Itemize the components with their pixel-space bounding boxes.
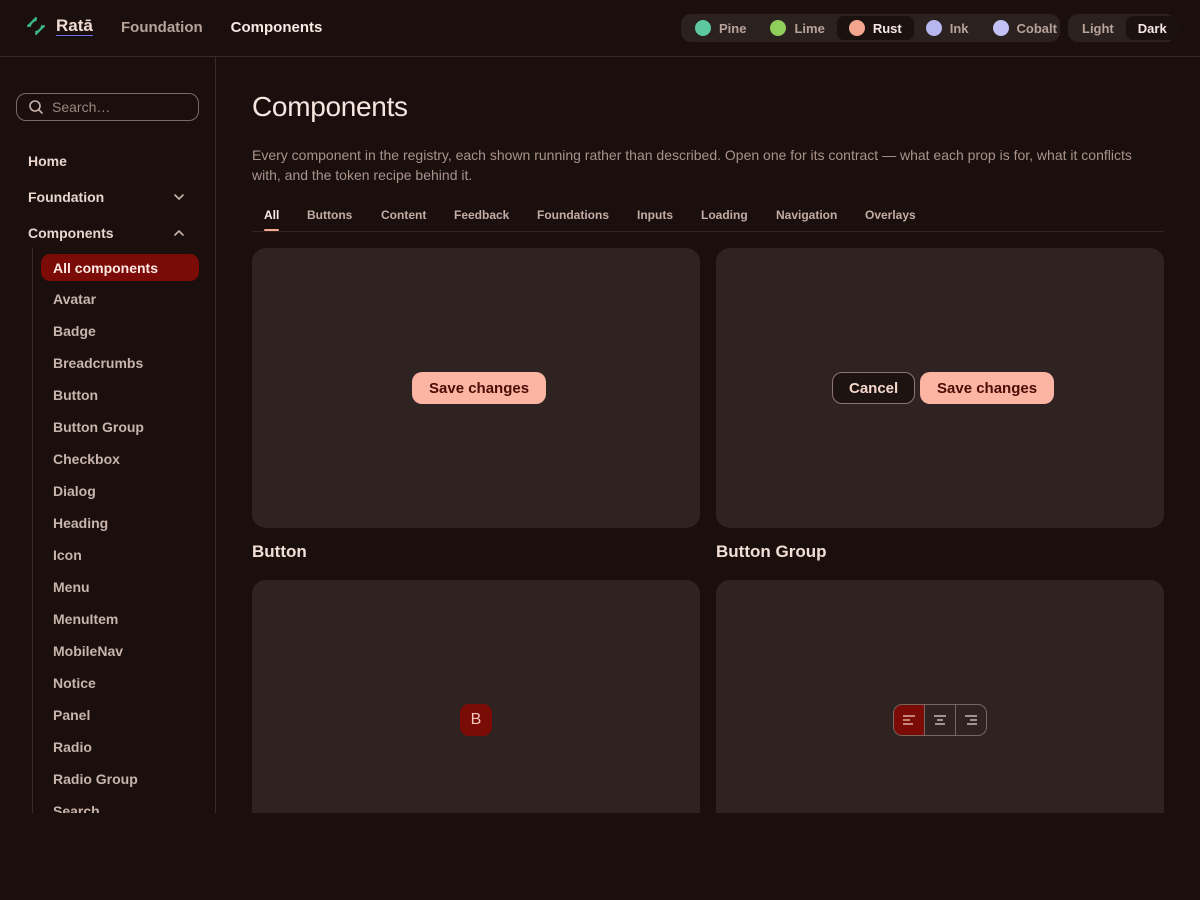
chevron-down-icon[interactable] <box>172 190 186 204</box>
tab-all[interactable]: All <box>264 208 279 222</box>
theme-lime[interactable]: Lime <box>758 16 836 40</box>
cobalt-swatch-icon <box>992 20 1009 36</box>
sidebar-item-radio[interactable]: Radio <box>53 739 92 755</box>
category-tabs: All Buttons Content Feedback Foundations… <box>252 200 1164 232</box>
sidebar-item-components[interactable]: Components <box>28 225 114 241</box>
search-icon <box>29 100 43 114</box>
tab-navigation[interactable]: Navigation <box>776 208 837 222</box>
sidebar-item-home[interactable]: Home <box>28 153 67 169</box>
mode-dark[interactable]: Dark <box>1125 16 1179 40</box>
align-left-icon <box>903 715 915 725</box>
brand-logo-icon <box>27 17 45 35</box>
sidebar-item-radio-group[interactable]: Radio Group <box>53 771 138 787</box>
search-input[interactable]: Search… <box>16 93 199 121</box>
save-changes-button[interactable]: Save changes <box>412 372 547 404</box>
sidebar-item-mobilenav[interactable]: MobileNav <box>53 643 123 659</box>
sidebar-item-dialog[interactable]: Dialog <box>53 483 96 499</box>
theme-pine[interactable]: Pine <box>683 16 758 40</box>
chevron-up-icon[interactable] <box>172 226 186 240</box>
align-right-button[interactable] <box>956 705 986 735</box>
tab-inputs[interactable]: Inputs <box>637 208 673 222</box>
theme-ink[interactable]: Ink <box>914 16 981 40</box>
viewport-bottom <box>0 813 1200 900</box>
sidebar-item-checkbox[interactable]: Checkbox <box>53 451 120 467</box>
sidebar-item-avatar[interactable]: Avatar <box>53 291 96 307</box>
search-placeholder: Search… <box>52 99 111 115</box>
theme-switcher: Pine Lime Rust Ink Cobalt <box>681 14 1060 42</box>
tab-foundations[interactable]: Foundations <box>537 208 609 222</box>
avatar: B <box>460 704 492 736</box>
sidebar-item-button-group[interactable]: Button Group <box>53 419 144 435</box>
sidebar-item-search[interactable]: Search <box>53 803 100 813</box>
mode-light[interactable]: Light <box>1070 16 1126 40</box>
tab-content[interactable]: Content <box>381 208 426 222</box>
card-title-button-group[interactable]: Button Group <box>716 542 826 562</box>
page-title: Components <box>252 91 408 122</box>
sidebar-item-menuitem[interactable]: MenuItem <box>53 611 118 627</box>
sidebar-item-icon[interactable]: Icon <box>53 547 82 563</box>
card-title-button[interactable]: Button <box>252 542 307 562</box>
subtree-line <box>32 248 33 813</box>
sidebar-item-heading[interactable]: Heading <box>53 515 108 531</box>
pine-swatch-icon <box>695 20 711 36</box>
lime-swatch-icon <box>770 20 787 36</box>
theme-label: Rust <box>872 20 902 36</box>
alignment-segmented-control <box>893 704 987 736</box>
theme-rust[interactable]: Rust <box>836 16 914 40</box>
theme-label: Pine <box>719 20 747 36</box>
active-tab-indicator <box>264 229 279 231</box>
nav-foundation[interactable]: Foundation <box>121 19 203 36</box>
sidebar-item-panel[interactable]: Panel <box>53 707 90 723</box>
brand-name: Ratā <box>56 16 93 35</box>
top-nav: Foundation Components <box>121 19 322 36</box>
sidebar-item-button[interactable]: Button <box>53 387 98 403</box>
save-changes-button[interactable]: Save changes <box>920 372 1055 404</box>
tab-overlays[interactable]: Overlays <box>865 208 916 222</box>
tab-buttons[interactable]: Buttons <box>307 208 352 222</box>
rust-swatch-icon <box>848 20 865 36</box>
align-right-icon <box>965 715 977 725</box>
ink-swatch-icon <box>925 20 942 36</box>
sidebar-item-breadcrumbs[interactable]: Breadcrumbs <box>53 355 143 371</box>
align-center-button[interactable] <box>925 705 956 735</box>
tab-feedback[interactable]: Feedback <box>454 208 509 222</box>
mode-switcher: Light Dark <box>1068 14 1179 42</box>
nav-components[interactable]: Components <box>231 19 323 36</box>
sidebar-item-notice[interactable]: Notice <box>53 675 96 691</box>
align-center-icon <box>934 715 946 725</box>
theme-label: Ink <box>949 20 969 36</box>
sidebar-item-foundation[interactable]: Foundation <box>28 189 104 205</box>
tab-loading[interactable]: Loading <box>701 208 748 222</box>
theme-cobalt[interactable]: Cobalt <box>981 16 1069 40</box>
sidebar-item-menu[interactable]: Menu <box>53 579 90 595</box>
sidebar-item-badge[interactable]: Badge <box>53 323 96 339</box>
theme-label: Lime <box>794 20 825 36</box>
top-header: Ratā Foundation Components Pine Lime Rus… <box>0 0 1200 57</box>
brand[interactable]: Ratā <box>26 16 93 36</box>
sidebar: Search… Home Foundation Components All c… <box>0 57 216 813</box>
theme-label: Cobalt <box>1016 20 1057 36</box>
cancel-button[interactable]: Cancel <box>832 372 916 404</box>
sidebar-item-all-components[interactable]: All components <box>41 254 199 281</box>
page-intro: Every component in the registry, each sh… <box>252 147 1132 183</box>
align-left-button[interactable] <box>894 705 925 735</box>
